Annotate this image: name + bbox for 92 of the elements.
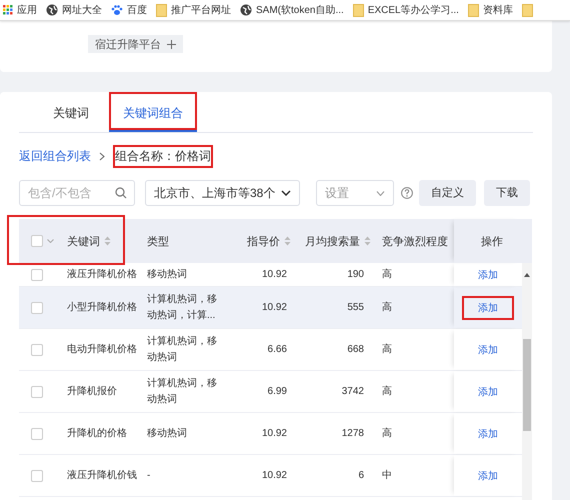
folder-icon xyxy=(352,4,364,16)
row-checkbox[interactable] xyxy=(31,344,43,356)
table-row[interactable]: 液压升降机价钱 - 10.92 6 中 添加 xyxy=(19,455,522,497)
back-link[interactable]: 返回组合列表 xyxy=(19,148,91,164)
keyword-cell-text: 小型升降机价格 xyxy=(66,300,138,314)
search-volume-cell-text: 1278 xyxy=(340,426,365,440)
help-icon[interactable] xyxy=(401,187,413,199)
keyword-cell-text: 升降机的价格 xyxy=(66,426,128,440)
keyword-cell-text: 升降机报价 xyxy=(66,384,118,398)
table-row[interactable]: 液压升降机价格 移动热词 10.92 190 高 添加 xyxy=(19,263,522,287)
column-header: 竞争激烈程度 xyxy=(382,234,448,248)
scrollbar-thumb[interactable] xyxy=(523,339,531,431)
search-volume-cell-text: 190 xyxy=(346,268,365,282)
column-header[interactable]: 指导价 xyxy=(247,234,280,248)
bookmark[interactable]: 资料库 xyxy=(468,3,513,17)
search-volume-cell-text: 668 xyxy=(346,342,365,356)
globe-icon xyxy=(46,4,58,16)
chevron-down-icon[interactable] xyxy=(47,239,54,243)
type-cell-text: 移动热词 xyxy=(146,268,188,282)
competition-cell-text: 中 xyxy=(381,468,393,482)
type-cell-text: - xyxy=(146,468,152,482)
competition-cell-text: 高 xyxy=(381,342,393,356)
keyword-tag[interactable]: 宿迁升降平台 xyxy=(88,35,183,53)
column-header: 类型 xyxy=(147,234,169,248)
scroll-up-icon[interactable] xyxy=(524,273,530,277)
price-cell-text: 6.99 xyxy=(266,384,288,398)
bookmark[interactable]: 应用 xyxy=(3,3,37,17)
tab[interactable]: 关键词组合 xyxy=(109,92,197,132)
folder-icon xyxy=(468,4,479,16)
add-link[interactable]: 添加 xyxy=(462,296,514,320)
bookmark[interactable]: 网址大全 xyxy=(46,3,102,17)
keyword-cell-text: 液压升降机价格 xyxy=(66,268,138,282)
keyword-cell-text: 液压升降机价钱 xyxy=(66,468,138,482)
tab[interactable]: 关键词 xyxy=(39,92,103,132)
tag-label: 宿迁升降平台 xyxy=(95,38,161,52)
paw-icon xyxy=(111,4,123,16)
column-header: 操作 xyxy=(481,234,503,248)
download-button[interactable]: 下载 xyxy=(484,180,530,206)
row-checkbox[interactable] xyxy=(31,386,43,398)
bookmark[interactable]: SAM(软token自助... xyxy=(240,3,344,17)
customize-button[interactable]: 自定义 xyxy=(419,180,476,206)
price-cell-text: 6.66 xyxy=(266,342,288,356)
sort-icon[interactable] xyxy=(364,236,371,246)
price-cell-text: 10.92 xyxy=(260,300,288,314)
plus-icon[interactable] xyxy=(167,40,176,48)
sort-icon[interactable] xyxy=(104,236,111,246)
chevron-right-icon xyxy=(99,152,105,160)
folder-icon xyxy=(156,4,167,16)
scrollbar[interactable] xyxy=(522,263,532,500)
type-cell-text: 计算机热词，移动热词 xyxy=(146,376,218,406)
competition-cell-text: 高 xyxy=(381,426,393,440)
search-icon[interactable] xyxy=(115,187,127,199)
region-select[interactable]: 北京市、上海市等38个 xyxy=(145,180,300,206)
row-checkbox[interactable] xyxy=(31,428,43,440)
bookmark[interactable]: 推广平台网址 xyxy=(156,3,231,17)
row-checkbox[interactable] xyxy=(31,269,43,281)
type-cell-text: 移动热词 xyxy=(146,426,188,440)
search-volume-cell-text: 6 xyxy=(357,468,365,482)
apps-grid-icon xyxy=(3,5,13,15)
competition-cell-text: 高 xyxy=(381,384,393,398)
keyword-cell-text: 电动升降机价格 xyxy=(66,342,138,356)
bookmark[interactable]: 百度 xyxy=(111,3,147,17)
column-header[interactable]: 月均搜索量 xyxy=(305,234,360,248)
row-checkbox[interactable] xyxy=(31,470,43,482)
folder-icon xyxy=(522,4,533,16)
globe-icon xyxy=(240,4,252,16)
combination-name: 组合名称：价格词 xyxy=(113,144,213,168)
type-cell-text: 计算机热词，移动热词，计算... xyxy=(146,292,218,322)
price-cell-text: 10.92 xyxy=(260,468,288,482)
table-row[interactable]: 升降机的价格 移动热词 10.92 1278 高 添加 xyxy=(19,413,522,455)
search-volume-cell-text: 3742 xyxy=(340,384,365,398)
bookmark-folder[interactable] xyxy=(522,4,533,16)
price-cell-text: 10.92 xyxy=(260,268,288,282)
price-cell-text: 10.92 xyxy=(260,426,288,440)
sort-icon[interactable] xyxy=(284,236,291,246)
select-all-checkbox[interactable] xyxy=(31,235,43,247)
add-link[interactable]: 添加 xyxy=(462,380,514,404)
chevron-down-icon xyxy=(376,190,385,196)
column-header[interactable]: 关键词 xyxy=(67,234,100,248)
row-checkbox[interactable] xyxy=(31,302,43,314)
competition-cell-text: 高 xyxy=(381,268,393,282)
competition-cell-text: 高 xyxy=(381,300,393,314)
add-link[interactable]: 添加 xyxy=(462,338,514,362)
table-row[interactable]: 升降机报价 计算机热词，移动热词 6.99 3742 高 添加 xyxy=(19,371,522,413)
add-link[interactable]: 添加 xyxy=(462,422,514,446)
search-field[interactable]: 包含/不包含 xyxy=(19,180,135,206)
bookmark[interactable]: EXCEL等办公学习... xyxy=(352,3,459,17)
chevron-down-icon xyxy=(281,190,291,196)
search-volume-cell-text: 555 xyxy=(346,300,365,314)
add-link[interactable]: 添加 xyxy=(462,263,514,287)
add-link[interactable]: 添加 xyxy=(462,464,514,488)
type-cell-text: 计算机热词，移动热词 xyxy=(146,334,218,364)
